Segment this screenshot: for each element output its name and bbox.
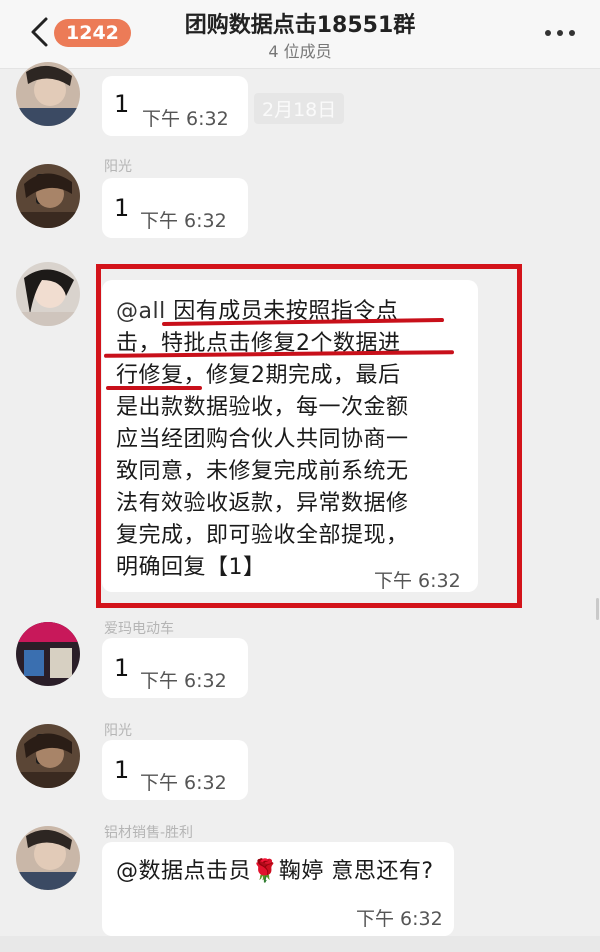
more-dots-icon[interactable]: [542, 24, 578, 43]
message-time: 下午 6:32: [140, 210, 227, 232]
message-time: 下午 6:32: [142, 108, 229, 130]
avatar[interactable]: [16, 164, 80, 228]
scrollbar-thumb[interactable]: [596, 598, 599, 620]
message-time: 下午 6:32: [140, 670, 227, 692]
message-time: 下午 6:32: [356, 908, 443, 930]
message-text: 1: [114, 756, 130, 784]
chat-header: 1242 团购数据点击18551群 4 位成员: [0, 0, 600, 69]
message-text: 1: [114, 194, 130, 222]
date-divider: 2月18日: [254, 93, 345, 124]
bottom-edge: [0, 936, 600, 952]
member-count: 4 位成员: [268, 42, 332, 61]
avatar[interactable]: [16, 724, 80, 788]
avatar[interactable]: [16, 262, 80, 326]
avatar[interactable]: [16, 826, 80, 890]
group-title: 团购数据点击18551群: [184, 13, 416, 38]
message-bubble[interactable]: 1 下午 6:32: [102, 638, 248, 698]
sender-name: 爱玛电动车: [104, 621, 174, 637]
message-bubble[interactable]: 1 下午 6:32: [102, 76, 248, 136]
avatar[interactable]: [16, 62, 80, 126]
sender-name: 阳光: [104, 723, 132, 739]
message-bubble[interactable]: @数据点击员🌹鞠婷 意思还有? 下午 6:32: [102, 842, 454, 936]
sender-name: 阳光: [104, 159, 132, 175]
avatar[interactable]: [16, 622, 80, 686]
message-time: 下午 6:32: [140, 772, 227, 794]
message-text: @数据点击员🌹鞠婷 意思还有?: [116, 859, 434, 884]
message-text: 1: [114, 90, 130, 118]
highlight-box: [96, 264, 522, 608]
message-bubble[interactable]: 1 下午 6:32: [102, 178, 248, 238]
sender-name: 铝材销售-胜利: [104, 825, 194, 841]
message-bubble[interactable]: 1 下午 6:32: [102, 740, 248, 800]
message-text: 1: [114, 654, 130, 682]
